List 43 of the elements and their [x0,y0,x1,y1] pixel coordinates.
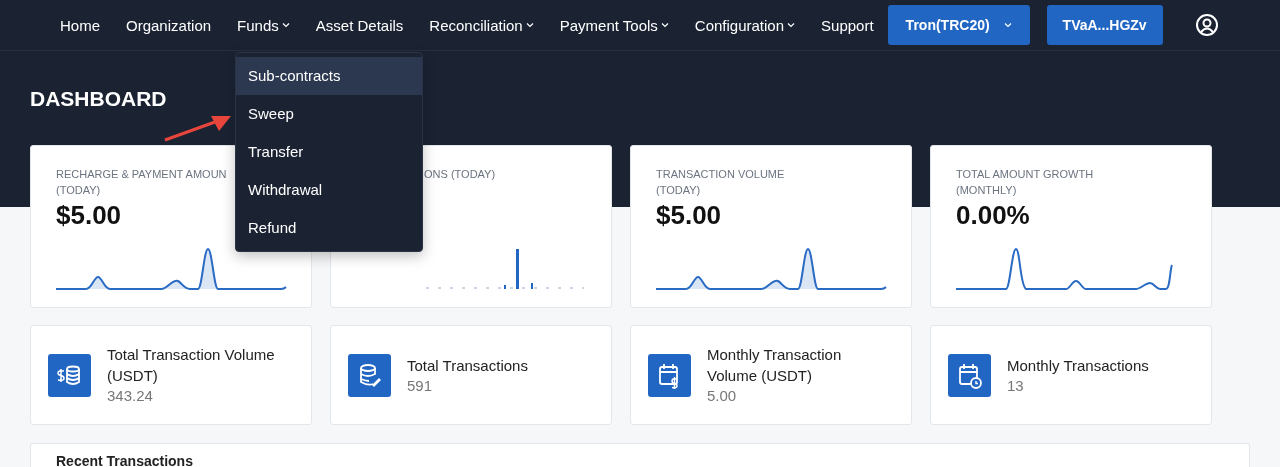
database-icon [348,353,391,397]
calendar-clock-icon [948,353,991,397]
stat-label: Monthly Transactions [1007,355,1149,376]
stat-value: 13 [1007,375,1025,396]
coins-icon [48,353,91,397]
calendar-dollar-icon [648,353,691,397]
menu-item[interactable]: Sub-contracts [236,57,422,95]
caret-icon [1003,22,1012,28]
nav-link[interactable]: Organization [126,16,212,34]
stat-label: Monthly Transaction Volume (USDT) [707,345,843,386]
section-title: Recent Transactions [56,453,194,467]
card-title: RECHARGE & PAYMENT AMOUN (TODAY) [56,167,228,198]
nav-link[interactable]: Funds [237,16,290,34]
user-icon[interactable] [1194,13,1219,37]
stat-value: 5.00 [707,386,738,406]
card-title: ONS (TODAY) [424,167,497,182]
card-title: TOTAL AMOUNT GROWTH (MONTHLY) [956,167,1095,198]
stat-value: 591 [407,375,434,396]
stat-label: Total Transaction Volume (USDT) [107,345,276,386]
caret-icon [660,22,669,28]
menu-item[interactable]: Sweep [236,95,422,133]
nav-link[interactable]: Asset Details [315,16,404,34]
card-value: 0.00% [956,200,1030,231]
caret-icon [787,22,796,28]
caret-icon [525,22,534,28]
card-value: $5.00 [56,200,122,231]
nav-link[interactable]: Support [821,16,874,34]
menu-item[interactable]: Transfer [236,133,422,171]
nav-link[interactable]: Reconciliation [429,16,534,34]
nav-link[interactable]: Configuration [694,16,796,34]
menu-item[interactable]: Refund [236,209,422,247]
caret-icon [281,22,290,28]
stat-label: Total Transactions [407,355,528,376]
menu-item[interactable]: Withdrawal [236,171,422,209]
stat-value: 343.24 [107,386,154,406]
card-value: $5.00 [656,200,722,231]
network-select[interactable]: Tron(TRC20) [887,5,1030,45]
arrow-annotation [164,116,231,142]
card-title: TRANSACTION VOLUME (TODAY) [656,167,786,198]
nav-link[interactable]: Payment Tools [559,16,669,34]
nav-link[interactable]: Home [60,16,100,34]
page-title: DASHBOARD [30,87,168,111]
wallet-button[interactable]: TVaA...HGZv [1046,5,1163,45]
